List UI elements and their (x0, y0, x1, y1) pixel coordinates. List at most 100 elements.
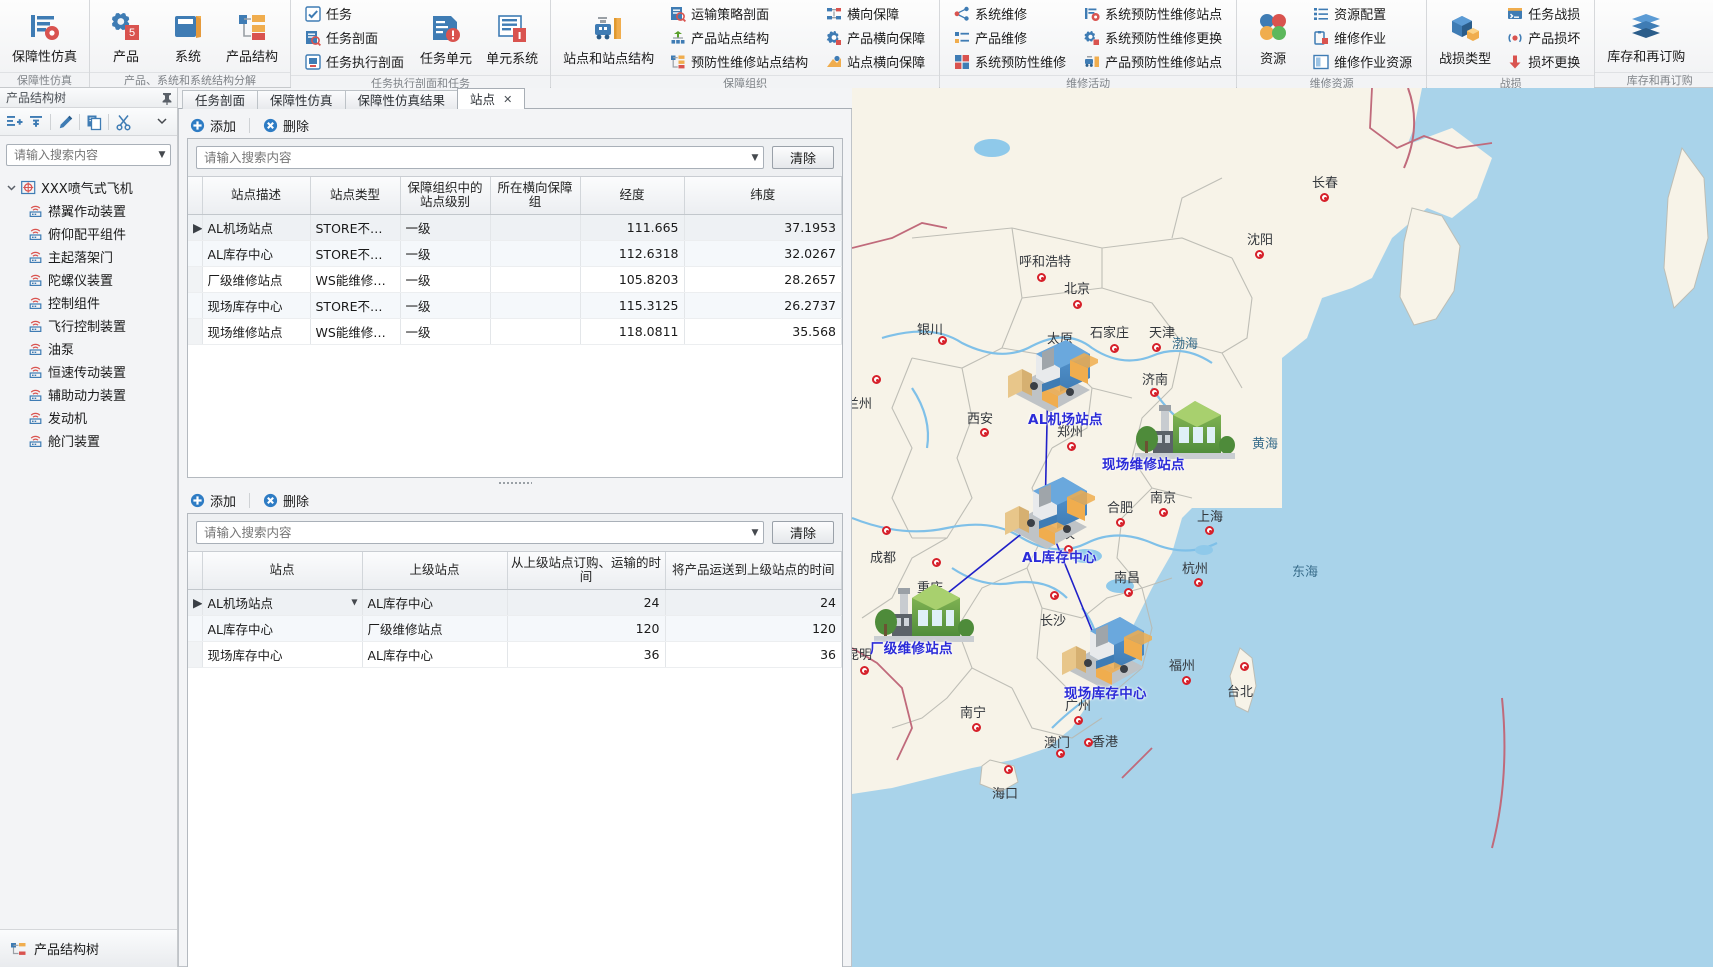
cell-desc[interactable]: AL库存中心 (202, 240, 311, 267)
cell-longitude[interactable]: 115.3125 (580, 292, 685, 319)
ribbon-button-product-station-structure[interactable]: 产品站点结构 (666, 26, 812, 49)
ribbon-button-system[interactable]: 系统 (158, 7, 218, 65)
cell-type[interactable]: STORE不能维… (310, 240, 401, 267)
column-header-1[interactable]: 上级站点 (362, 552, 508, 590)
cell-longitude[interactable]: 105.8203 (580, 266, 685, 293)
cell-type[interactable]: STORE不能维… (310, 292, 401, 319)
cell-level[interactable]: 一级 (400, 266, 491, 293)
cell-station[interactable]: 现场库存中心 (202, 641, 363, 668)
cell-latitude[interactable]: 37.1953 (684, 214, 842, 241)
table-row[interactable]: 厂级维修站点 WS能维修没有… 一级 105.8203 28.2657 (188, 266, 842, 293)
ribbon-button-unit-system[interactable]: 单元系统 (480, 9, 544, 67)
ribbon-button-preventive-station-structure[interactable]: 预防性维修站点结构 (666, 50, 812, 73)
tree-item-3[interactable]: 陀螺仪装置 (2, 268, 177, 291)
ribbon-button-resource-config[interactable]: 资源配置 (1309, 2, 1416, 25)
column-header-2[interactable]: 保障组织中的站点级别 (400, 177, 491, 215)
cell-latitude[interactable]: 26.2737 (684, 292, 842, 319)
tree-item-8[interactable]: 辅助动力装置 (2, 383, 177, 406)
table-row[interactable]: 现场库存中心 AL库存中心 36 36 (188, 641, 842, 668)
chevron-down-icon[interactable]: ▼ (747, 528, 763, 538)
cell-group[interactable] (490, 266, 581, 293)
tree-item-4[interactable]: 控制组件 (2, 291, 177, 314)
ribbon-button-station-lateral-support[interactable]: 站点横向保障 (822, 50, 929, 73)
cell-type[interactable]: WS能维修没有… (310, 266, 401, 293)
ribbon-button-system-preventive-station[interactable]: 系统预防性维修站点 (1080, 2, 1226, 25)
ribbon-button-repair-job-resource[interactable]: 维修作业资源 (1309, 50, 1416, 73)
cell-type[interactable]: WS能维修没有… (310, 318, 401, 345)
add-link-button[interactable]: 添加 (187, 490, 239, 511)
ribbon-button-product-lateral-support[interactable]: 产品横向保障 (822, 26, 929, 49)
column-header-3[interactable]: 所在横向保障组 (490, 177, 581, 215)
cell-latitude[interactable]: 35.568 (684, 318, 842, 345)
ribbon-button-repair-job[interactable]: 维修作业 (1309, 26, 1416, 49)
tree-item-1[interactable]: 俯仰配平组件 (2, 222, 177, 245)
table-row[interactable]: AL库存中心 厂级维修站点 120 120 (188, 615, 842, 642)
tree-item-10[interactable]: 舱门装置 (2, 429, 177, 452)
column-header-1[interactable]: 站点类型 (310, 177, 401, 215)
copy-icon[interactable] (86, 114, 102, 130)
tree-item-5[interactable]: 飞行控制装置 (2, 314, 177, 337)
cell-ship-time[interactable]: 120 (665, 615, 842, 642)
ribbon-button-transport-profile[interactable]: 运输策略剖面 (666, 2, 812, 25)
cell-level[interactable]: 一级 (400, 214, 491, 241)
tab-2[interactable]: 保障性仿真结果 (344, 90, 459, 109)
column-header-0[interactable]: 站点描述 (202, 177, 311, 215)
table-row[interactable]: ▶ AL机场站点 STORE不能维… 一级 111.665 37.1953 (188, 214, 842, 241)
map-scrollbar[interactable] (1692, 88, 1704, 967)
ribbon-button-product-repair[interactable]: 产品维修 (950, 26, 1070, 49)
link-clear-button[interactable]: 清除 (772, 521, 834, 544)
station-search-combo[interactable]: ▼ (196, 146, 764, 169)
cell-parent-station[interactable]: 厂级维修站点 (362, 615, 508, 642)
station-label[interactable]: 现场库存中心 (1064, 682, 1147, 702)
ribbon-button-system-preventive-repair[interactable]: 系统预防性维修 (950, 50, 1070, 73)
cell-ship-time[interactable]: 24 (665, 589, 842, 616)
more-icon[interactable] (155, 114, 171, 130)
chevron-down-icon[interactable]: ▼ (351, 598, 357, 607)
tree-item-0[interactable]: 襟翼作动装置 (2, 199, 177, 222)
ribbon-button-task-unit[interactable]: 任务单元 (414, 9, 478, 67)
column-header-3[interactable]: 将产品运送到上级站点的时间 (665, 552, 842, 590)
station-label[interactable]: AL机场站点 (1028, 408, 1103, 428)
tab-3[interactable]: 站点 ✕ (457, 88, 526, 109)
tree-item-7[interactable]: 恒速传动装置 (2, 360, 177, 383)
add-sibling-icon[interactable] (6, 114, 23, 130)
chevron-down-icon[interactable]: ▼ (154, 150, 170, 160)
tree-item-9[interactable]: 发动机 (2, 406, 177, 429)
link-search-input[interactable] (202, 524, 747, 541)
tree-item-2[interactable]: 主起落架门 (2, 245, 177, 268)
table-row[interactable]: AL库存中心 STORE不能维… 一级 112.6318 32.0267 (188, 240, 842, 267)
cell-order-time[interactable]: 24 (507, 589, 666, 616)
cell-station[interactable]: AL库存中心 (202, 615, 363, 642)
link-search-combo[interactable]: ▼ (196, 521, 764, 544)
cell-desc[interactable]: 现场库存中心 (202, 292, 311, 319)
table-row[interactable]: ▶ AL机场站点 ▼ AL库存中心 24 24 (188, 589, 842, 616)
cell-group[interactable] (490, 240, 581, 267)
cell-type[interactable]: STORE不能维… (310, 214, 401, 241)
ribbon-button-station-and-structure[interactable]: 站点和站点结构 (557, 9, 660, 67)
cell-latitude[interactable]: 32.0267 (684, 240, 842, 267)
cell-longitude[interactable]: 118.0811 (580, 318, 685, 345)
cell-desc[interactable]: 现场维修站点 (202, 318, 311, 345)
cell-station[interactable]: AL机场站点 ▼ (202, 589, 363, 616)
station-map[interactable]: 呼和浩特北京长春沈阳银川太原石家庄天津兰州西安郑州济南合肥南京上海武汉成都重庆南… (852, 88, 1713, 967)
ribbon-button-task-damage[interactable]: 任务战损 (1503, 2, 1584, 25)
ribbon-button-product[interactable]: 5 产品 (96, 7, 156, 65)
station-label[interactable]: 现场维修站点 (1102, 453, 1185, 473)
cell-order-time[interactable]: 36 (507, 641, 666, 668)
column-header-4[interactable]: 经度 (580, 177, 685, 215)
cell-longitude[interactable]: 111.665 (580, 214, 685, 241)
add-station-button[interactable]: 添加 (187, 115, 239, 136)
ribbon-button-resource[interactable]: 资源 (1243, 9, 1303, 67)
table-row[interactable]: 现场库存中心 STORE不能维… 一级 115.3125 26.2737 (188, 292, 842, 319)
ribbon-button-damage-replace[interactable]: 损坏更换 (1503, 50, 1584, 73)
cell-level[interactable]: 一级 (400, 292, 491, 319)
ribbon-button-system-preventive-replace[interactable]: 系统预防性维修更换 (1080, 26, 1226, 49)
cell-level[interactable]: 一级 (400, 240, 491, 267)
ribbon-button-inventory-reorder[interactable]: 库存和再订购 (1601, 7, 1691, 65)
cell-group[interactable] (490, 292, 581, 319)
cell-desc[interactable]: AL机场站点 (202, 214, 311, 241)
cell-longitude[interactable]: 112.6318 (580, 240, 685, 267)
edit-icon[interactable] (57, 114, 73, 130)
cell-parent-station[interactable]: AL库存中心 (362, 641, 508, 668)
delete-station-button[interactable]: 删除 (260, 115, 312, 136)
